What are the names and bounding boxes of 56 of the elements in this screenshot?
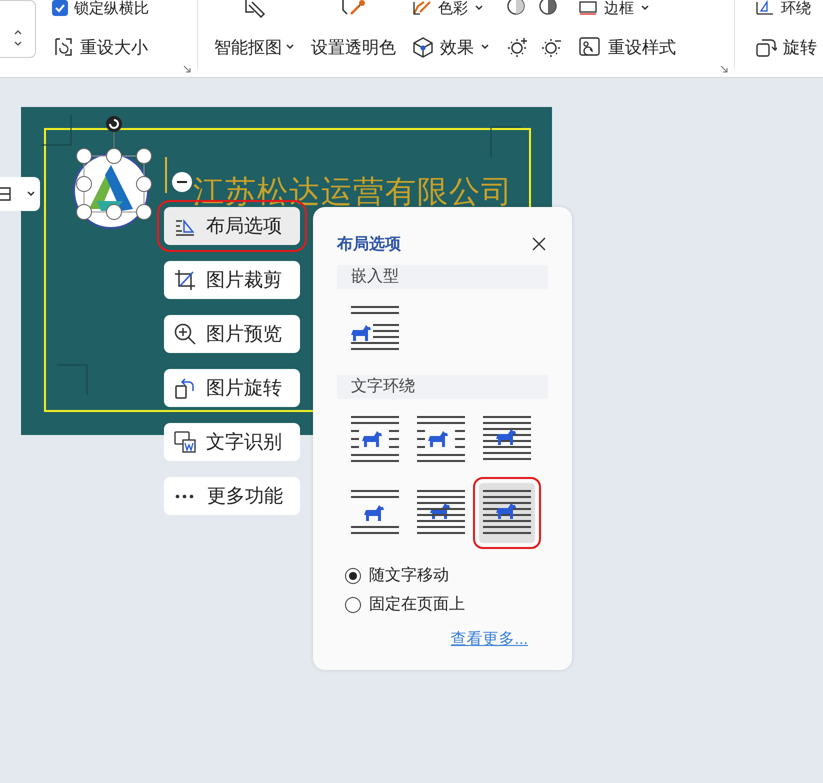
zoom-in-icon	[174, 323, 196, 345]
check-icon	[54, 2, 66, 14]
reset-style-button[interactable]: 重设样式	[578, 34, 676, 60]
panel-title: 布局选项	[337, 234, 401, 254]
crop-icon	[174, 269, 196, 291]
brush-icon	[412, 0, 432, 16]
effects-button[interactable]: 效果	[412, 34, 490, 60]
rotate-icon	[174, 377, 196, 399]
wrap-option[interactable]	[479, 483, 535, 543]
caret-icon	[474, 3, 484, 13]
checkbox[interactable]	[52, 0, 68, 16]
color-button[interactable]: 色彩	[412, 0, 490, 16]
wrap-button[interactable]: 环绕	[755, 0, 817, 16]
brightness-down-icon	[540, 36, 562, 58]
menu-button[interactable]: 文字识别	[164, 423, 300, 461]
smart-cutout-button[interactable]: 智能抠图	[214, 0, 295, 60]
menu-button[interactable]: 布局选项	[164, 207, 300, 245]
contrast-icon	[538, 0, 558, 16]
brightness-up-icon	[506, 36, 528, 58]
close-button[interactable]	[530, 235, 548, 253]
menu-button[interactable]: 图片旋转	[164, 369, 300, 407]
close-icon	[532, 237, 546, 251]
collapse-icon	[171, 171, 193, 193]
cube-icon	[412, 36, 434, 58]
layout-toggle[interactable]	[0, 177, 40, 211]
radio-button[interactable]	[345, 568, 361, 584]
radio-label: 随文字移动	[369, 566, 449, 586]
border-icon	[578, 0, 598, 16]
radio-label: 固定在页面上	[369, 594, 465, 615]
caret-icon	[480, 42, 490, 52]
menu-button[interactable]: 图片裁剪	[164, 261, 300, 299]
brightness-icon	[506, 0, 526, 16]
caret-icon	[285, 42, 295, 52]
more-icon	[175, 494, 194, 498]
section-header: 嵌入型	[337, 265, 548, 289]
cursor-line-icon	[164, 157, 168, 193]
tight-wrap-icon	[415, 414, 467, 464]
dialog-launcher-icon	[720, 65, 728, 73]
dialog-launcher-icon	[183, 65, 191, 73]
section-header: 文字环绕	[337, 375, 548, 399]
transparent-color-button[interactable]: 设置透明色	[311, 0, 396, 60]
rotate-button[interactable]: 旋转	[755, 34, 817, 60]
picture-reset-icon	[578, 36, 602, 58]
border-button[interactable]: 边框	[578, 0, 676, 16]
checkbox-label: 锁定纵横比	[74, 0, 149, 18]
wrap-icon	[755, 0, 775, 16]
size-field[interactable]	[0, 0, 36, 58]
caret-icon	[640, 3, 650, 13]
menu-button[interactable]: 图片预览	[164, 315, 300, 353]
see-more-link[interactable]: 查看更多...	[450, 629, 528, 650]
caret-icon	[26, 189, 36, 199]
picture-text-icon	[174, 431, 196, 453]
reset-size-button[interactable]: 重设大小	[52, 34, 149, 60]
square-wrap-icon	[349, 414, 401, 464]
menu-button[interactable]: 更多功能	[164, 477, 300, 515]
radio-button[interactable]	[345, 596, 361, 612]
